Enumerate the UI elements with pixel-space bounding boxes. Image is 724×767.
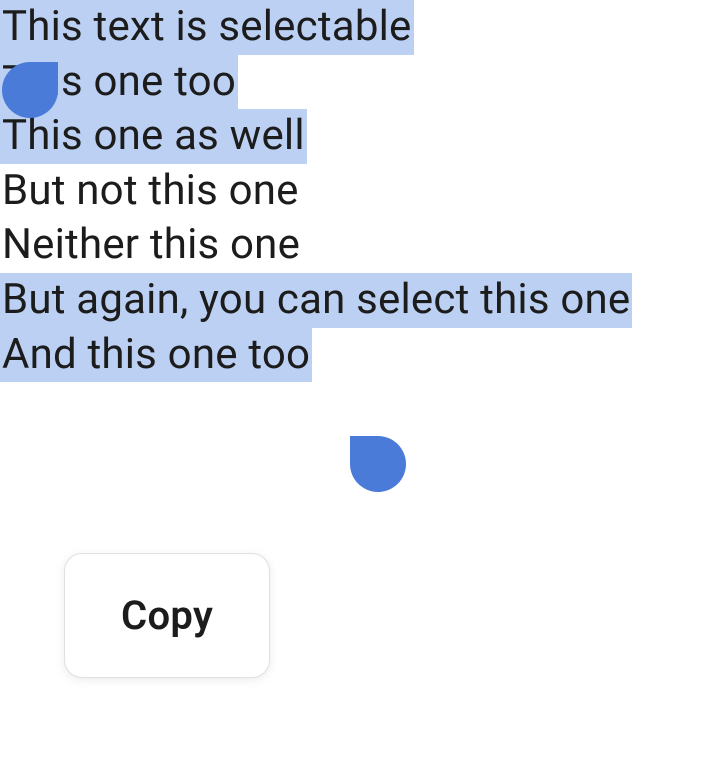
text-line[interactable]: Neither this one xyxy=(0,218,302,273)
text-line[interactable]: And this one too xyxy=(0,328,312,383)
text-line[interactable]: This one as well xyxy=(0,109,307,164)
text-line[interactable]: But not this one xyxy=(0,164,301,219)
text-line[interactable]: This text is selectable xyxy=(0,0,414,55)
text-line[interactable]: But again, you can select this one xyxy=(0,273,632,328)
context-menu: Copy xyxy=(64,553,270,678)
text-container: This text is selectable This one too Thi… xyxy=(0,0,724,382)
selection-handle-end-icon[interactable] xyxy=(350,436,406,492)
selection-handle-start-icon[interactable] xyxy=(2,62,58,118)
copy-button[interactable]: Copy xyxy=(121,592,213,639)
